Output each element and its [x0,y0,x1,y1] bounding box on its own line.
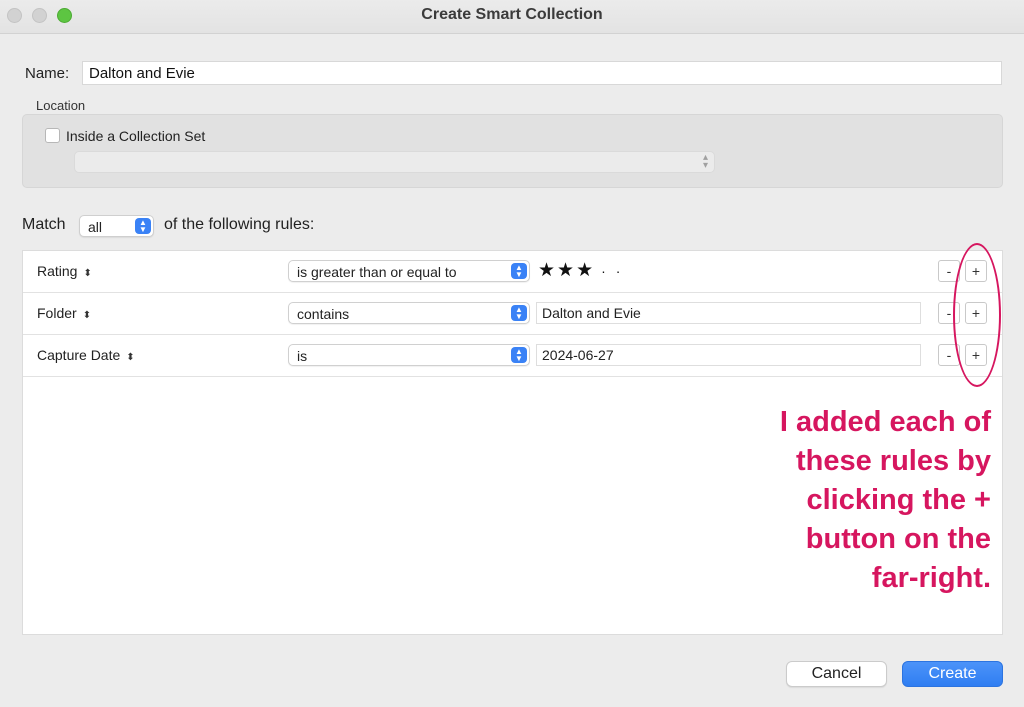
annotation-line: I added each of [779,406,991,438]
rule-field-label: Folder [37,305,77,321]
rule-operator-select[interactable]: is greater than or equal to ▲ ▼ [288,260,530,282]
rule-row: Rating ⬍ is greater than or equal to ▲ ▼ ★… [23,251,1002,293]
annotation-line: these rules by [795,445,991,477]
updown-chevron-icon: ▲ ▼ [511,347,527,363]
rule-operator-value: contains [297,306,350,322]
following-rules-label: of the following rules: [164,216,315,233]
annotation-circle [953,243,1001,387]
rule-operator-value: is greater than or equal to [297,264,457,280]
annotation-line: clicking the + [806,484,991,516]
match-select-value: all [88,219,103,235]
collection-set-select[interactable]: ▴ ▾ [74,151,715,173]
rule-row: Capture Date ⬍ is ▲ ▼ 2024-06-27 - + [23,335,1002,377]
updown-arrows-icon: ⬍ [82,310,92,321]
rule-operator-value: is [297,348,308,364]
match-label: Match [22,216,66,233]
name-label: Name: [25,65,70,82]
updown-chevron-icon: ▲ ▼ [135,218,151,234]
rating-stars[interactable]: ★★★ ·· [538,259,630,282]
annotation-text: I added each of these rules by clicking … [731,403,991,598]
rule-field-select[interactable]: Capture Date ⬍ [37,347,135,363]
annotation-line: far-right. [871,562,991,594]
empty-rating-dots: ·· [601,263,631,279]
rule-field-select[interactable]: Folder ⬍ [37,305,91,321]
inside-collection-set-checkbox[interactable] [45,128,60,143]
annotation-line: button on the [805,523,991,555]
rule-field-select[interactable]: Rating ⬍ [37,263,92,279]
rule-field-label: Capture Date [37,347,121,363]
create-button[interactable]: Create [902,661,1003,687]
updown-chevron-icon: ▲ ▼ [511,305,527,321]
updown-chevron-icon: ▴ ▾ [702,152,708,171]
rule-field-label: Rating [37,263,78,279]
location-label: Location [36,98,86,113]
rule-row: Folder ⬍ contains ▲ ▼ Dalton and Evie - + [23,293,1002,335]
window-title: Create Smart Collection [421,6,603,23]
rule-operator-select[interactable]: is ▲ ▼ [288,344,530,366]
match-select[interactable]: all ▲ ▼ [79,215,154,237]
updown-arrows-icon: ⬍ [126,352,135,363]
rating-value: ★★★ [538,260,596,281]
title-bar: Create Smart Collection [0,0,1024,34]
updown-chevron-icon: ▲ ▼ [511,263,527,279]
rule-value-input[interactable]: Dalton and Evie [536,302,921,324]
rule-operator-select[interactable]: contains ▲ ▼ [288,302,530,324]
inside-collection-set-label: Inside a Collection Set [66,128,206,144]
name-input[interactable] [82,61,1002,85]
rule-value-input[interactable]: 2024-06-27 [536,344,921,366]
updown-arrows-icon: ⬍ [83,268,92,279]
cancel-button[interactable]: Cancel [786,661,887,687]
